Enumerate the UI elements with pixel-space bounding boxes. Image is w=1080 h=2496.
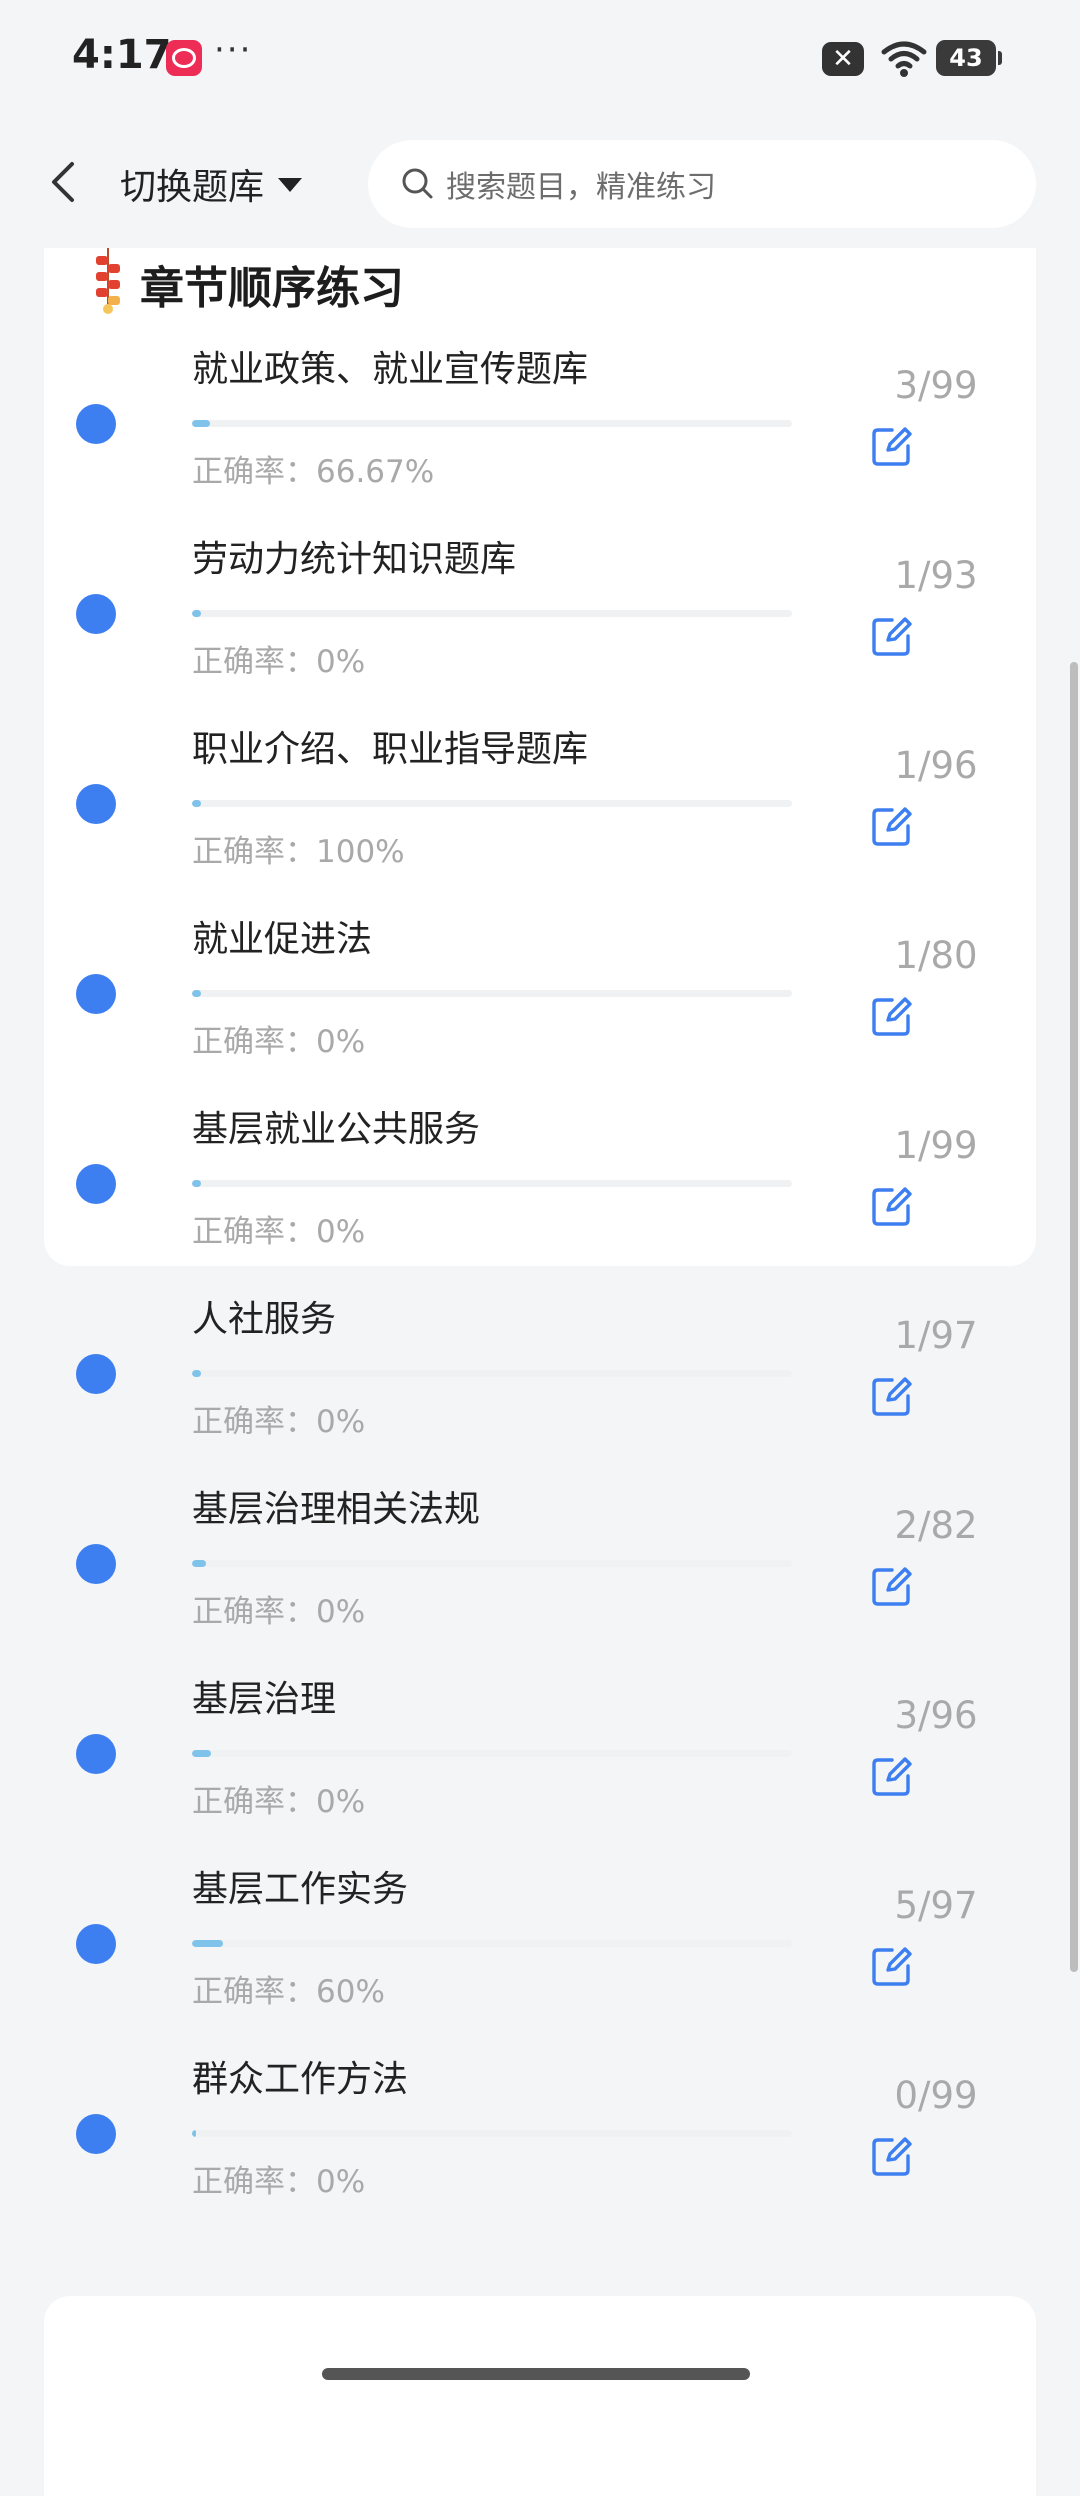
- progress-bar: [192, 2130, 792, 2137]
- edit-icon[interactable]: [870, 1374, 914, 1418]
- progress-bar-fill: [192, 990, 201, 997]
- section-title: 章节顺序练习: [140, 263, 404, 314]
- progress-count: 2/82: [894, 1504, 978, 1547]
- accuracy-text: 正确率：0%: [192, 1784, 366, 1820]
- progress-bar-fill: [192, 2130, 196, 2137]
- accuracy-text: 正确率：0%: [192, 2164, 366, 2200]
- status-dot: [76, 404, 116, 444]
- edit-icon[interactable]: [870, 424, 914, 468]
- edit-icon[interactable]: [870, 614, 914, 658]
- progress-bar: [192, 1180, 792, 1187]
- status-dot: [76, 974, 116, 1014]
- status-bar: 4:17 ··· ✕ 43: [0, 0, 1080, 120]
- search-input[interactable]: 搜索题目，精准练习: [368, 140, 1036, 228]
- progress-bar-fill: [192, 800, 201, 807]
- status-dot: [76, 2114, 116, 2154]
- chapter-title: 群众工作方法: [192, 2059, 409, 2100]
- status-dot: [76, 784, 116, 824]
- progress-count: 1/96: [894, 744, 978, 787]
- edit-icon[interactable]: [870, 804, 914, 848]
- progress-bar: [192, 1560, 792, 1567]
- next-card: [44, 2296, 1036, 2496]
- chapter-title: 基层就业公共服务: [192, 1109, 481, 1150]
- edit-icon[interactable]: [870, 1944, 914, 1988]
- accuracy-text: 正确率：0%: [192, 1024, 366, 1060]
- status-dot: [76, 1544, 116, 1584]
- progress-bar-fill: [192, 610, 201, 617]
- search-placeholder: 搜索题目，精准练习: [446, 170, 716, 205]
- accuracy-text: 正确率：0%: [192, 644, 366, 680]
- status-dot: [76, 1354, 116, 1394]
- edit-icon[interactable]: [870, 1564, 914, 1608]
- progress-bar-fill: [192, 1750, 211, 1757]
- status-dot: [76, 1164, 116, 1204]
- progress-count: 0/99: [894, 2074, 978, 2117]
- progress-count: 5/97: [894, 1884, 978, 1927]
- back-arrow-icon[interactable]: [48, 160, 78, 204]
- edit-icon[interactable]: [870, 994, 914, 1038]
- progress-bar: [192, 420, 792, 427]
- app-notification-icon: [166, 40, 202, 76]
- chapter-title: 基层工作实务: [192, 1869, 409, 1910]
- battery-indicator: 43: [936, 40, 1002, 76]
- search-icon: [402, 168, 433, 199]
- chapter-title: 职业介绍、职业指导题库: [192, 729, 589, 770]
- accuracy-text: 正确率：0%: [192, 1594, 366, 1630]
- progress-count: 1/99: [894, 1124, 978, 1167]
- progress-count: 1/97: [894, 1314, 978, 1357]
- switch-bank-label: 切换题库: [120, 167, 265, 208]
- firecracker-icon: [96, 248, 120, 314]
- chapter-title: 就业政策、就业宣传题库: [192, 349, 589, 390]
- chapter-title: 人社服务: [192, 1299, 337, 1340]
- progress-bar: [192, 990, 792, 997]
- caret-down-icon: [278, 178, 303, 192]
- status-time: 4:17: [72, 32, 172, 78]
- progress-bar: [192, 1940, 792, 1947]
- chapter-title: 劳动力统计知识题库: [192, 539, 517, 580]
- status-dot: [76, 594, 116, 634]
- accuracy-text: 正确率：66.67%: [192, 454, 435, 490]
- progress-count: 3/96: [894, 1694, 978, 1737]
- progress-bar-fill: [192, 1940, 224, 1947]
- accuracy-text: 正确率：100%: [192, 834, 405, 870]
- accuracy-text: 正确率：0%: [192, 1214, 366, 1250]
- accuracy-text: 正确率：0%: [192, 1404, 366, 1440]
- chapter-title: 就业促进法: [192, 919, 373, 960]
- edit-icon[interactable]: [870, 1184, 914, 1228]
- progress-bar-fill: [192, 1370, 201, 1377]
- chapter-title: 基层治理: [192, 1679, 337, 1720]
- progress-bar: [192, 610, 792, 617]
- progress-count: 1/93: [894, 554, 978, 597]
- close-icon: ✕: [822, 42, 864, 76]
- scrollbar[interactable]: [1070, 662, 1078, 1972]
- progress-bar: [192, 1750, 792, 1757]
- progress-bar: [192, 1370, 792, 1377]
- edit-icon[interactable]: [870, 2134, 914, 2178]
- home-indicator[interactable]: [322, 2368, 750, 2380]
- progress-bar: [192, 800, 792, 807]
- edit-icon[interactable]: [870, 1754, 914, 1798]
- status-dot: [76, 1924, 116, 1964]
- progress-count: 1/80: [894, 934, 978, 977]
- wifi-icon: [881, 41, 927, 77]
- progress-bar-fill: [192, 420, 210, 427]
- more-notifications-icon: ···: [214, 30, 253, 70]
- accuracy-text: 正确率：60%: [192, 1974, 385, 2010]
- status-dot: [76, 1734, 116, 1774]
- progress-bar-fill: [192, 1560, 207, 1567]
- progress-count: 3/99: [894, 364, 978, 407]
- switch-bank-dropdown[interactable]: 切换题库: [120, 158, 303, 210]
- progress-bar-fill: [192, 1180, 201, 1187]
- chapter-title: 基层治理相关法规: [192, 1489, 481, 1530]
